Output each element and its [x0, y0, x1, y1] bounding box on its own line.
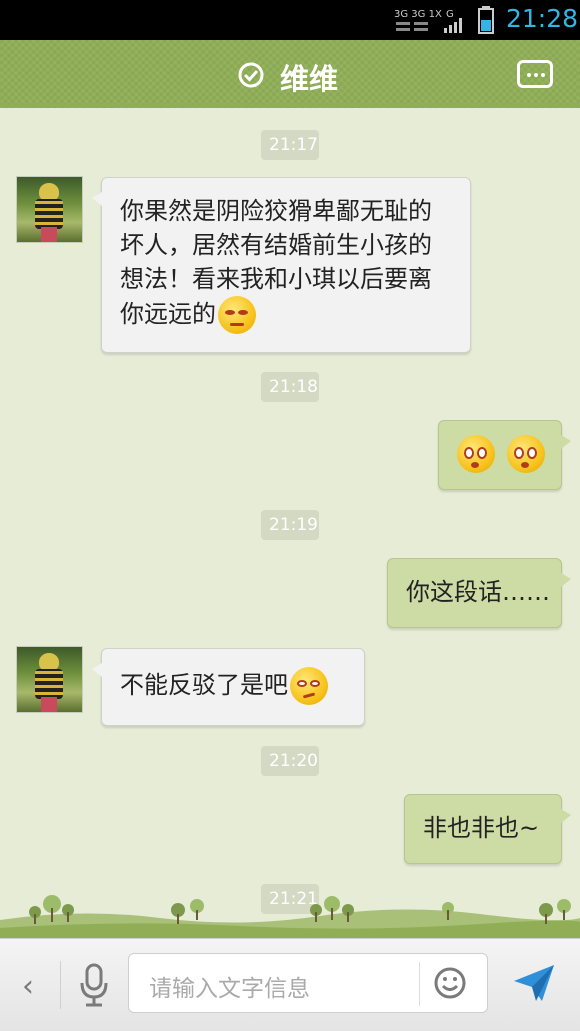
- svg-text:3G 3G 1X: 3G 3G 1X: [394, 9, 442, 20]
- check-circle-icon: [238, 62, 264, 88]
- avatar-figure-body: [35, 669, 63, 699]
- avatar-figure-legs: [41, 227, 57, 242]
- divider: [419, 962, 420, 1006]
- message-text: 非也非也~: [423, 814, 540, 842]
- smiley-icon[interactable]: [433, 966, 467, 1000]
- timestamp: 21:17: [261, 130, 319, 160]
- avatar[interactable]: [16, 176, 83, 243]
- chat-title: 维维: [280, 62, 339, 96]
- timestamp: 21:19: [261, 510, 319, 540]
- input-placeholder: 请输入文字信息: [149, 976, 310, 1002]
- incoming-message[interactable]: 你果然是阴险狡猾卑鄙无耻的坏人，居然有结婚前生小孩的想法！看来我和小琪以后要离你…: [92, 177, 471, 353]
- avatar-figure-legs: [41, 697, 57, 712]
- network-signal-icon: 3G 3G 1X G: [394, 9, 462, 33]
- header-edge-decoration: [0, 104, 580, 112]
- avatar[interactable]: [16, 646, 83, 713]
- status-bar: 3G 3G 1X G 21:28: [0, 0, 580, 40]
- incoming-message[interactable]: 不能反驳了是吧: [92, 648, 365, 726]
- message-input-bar: ‹ 请输入文字信息: [0, 938, 580, 1031]
- battery-icon: [478, 6, 494, 34]
- more-options-button[interactable]: [517, 60, 553, 88]
- surprised-face-emoji: [457, 435, 495, 473]
- chevron-left-icon[interactable]: ‹: [22, 969, 34, 1004]
- microphone-icon[interactable]: [78, 961, 110, 1009]
- surprised-face-emoji: [506, 435, 545, 473]
- message-text-input[interactable]: 请输入文字信息: [128, 953, 488, 1013]
- more-dots-icon: [527, 73, 531, 77]
- timestamp: 21:18: [261, 372, 319, 402]
- avatar-figure-body: [35, 199, 63, 229]
- message-list[interactable]: 21:17 你果然是阴险狡猾卑鄙无耻的坏人，居然有结婚前生小孩的想法！看来我和小…: [0, 112, 580, 938]
- paper-plane-send-icon[interactable]: [512, 961, 556, 1005]
- message-text: 你果然是阴险狡猾卑鄙无耻的坏人，居然有结婚前生小孩的想法！看来我和小琪以后要离你…: [120, 197, 432, 328]
- svg-text:G: G: [446, 9, 454, 20]
- timestamp: 21:20: [261, 746, 319, 776]
- more-dots-icon-dot: [534, 73, 538, 77]
- more-dots-icon-dot: [541, 73, 545, 77]
- clock: 21:28: [506, 4, 579, 33]
- grumpy-face-emoji: [218, 296, 256, 334]
- message-text: 你这段话……: [406, 578, 550, 606]
- landscape-decoration: [0, 895, 580, 938]
- message-text: 不能反驳了是吧: [120, 671, 288, 699]
- smirk-face-emoji: [290, 667, 328, 705]
- divider: [60, 961, 61, 1009]
- outgoing-message[interactable]: [438, 420, 571, 490]
- outgoing-message[interactable]: 你这段话……: [387, 558, 571, 628]
- outgoing-message[interactable]: 非也非也~: [404, 794, 571, 864]
